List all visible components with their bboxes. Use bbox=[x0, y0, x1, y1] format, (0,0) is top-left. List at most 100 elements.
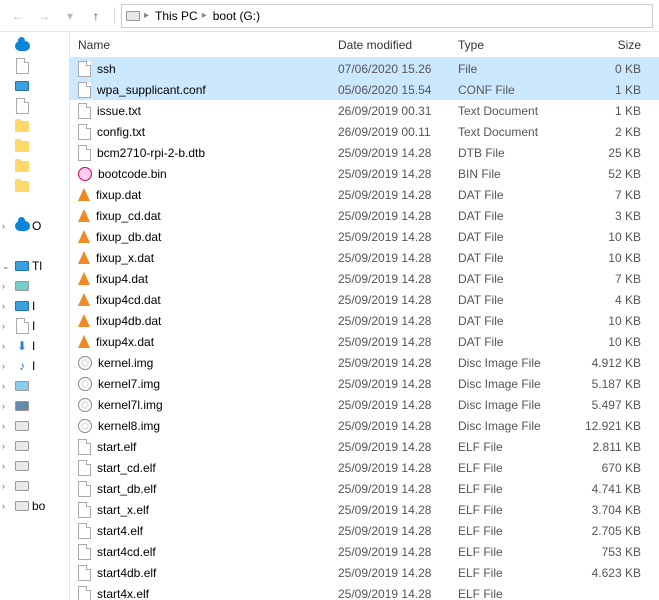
recent-dropdown[interactable]: ▾ bbox=[58, 4, 82, 28]
tree-item[interactable] bbox=[0, 56, 69, 76]
folder-icon bbox=[15, 181, 29, 192]
file-row[interactable]: start_db.elf25/09/2019 14.28ELF File4.74… bbox=[70, 478, 659, 499]
tree-caret-icon[interactable]: › bbox=[2, 441, 12, 451]
file-row[interactable]: start_cd.elf25/09/2019 14.28ELF File670 … bbox=[70, 457, 659, 478]
tree-caret-icon[interactable]: › bbox=[2, 401, 12, 411]
tree-caret-icon[interactable]: › bbox=[2, 421, 12, 431]
file-row[interactable]: bootcode.bin25/09/2019 14.28BIN File52 K… bbox=[70, 163, 659, 184]
tree-item[interactable] bbox=[0, 196, 69, 216]
file-row[interactable]: kernel7l.img25/09/2019 14.28Disc Image F… bbox=[70, 394, 659, 415]
forward-button[interactable]: → bbox=[32, 4, 56, 28]
file-icon bbox=[78, 481, 91, 497]
file-row[interactable]: start4.elf25/09/2019 14.28ELF File2.705 … bbox=[70, 520, 659, 541]
vlc-icon bbox=[78, 209, 90, 222]
col-type[interactable]: Type bbox=[450, 38, 560, 52]
tree-item[interactable]: › bbox=[0, 376, 69, 396]
cloud-icon bbox=[15, 221, 30, 231]
file-size: 2.811 KB bbox=[560, 440, 659, 454]
tree-item[interactable] bbox=[0, 76, 69, 96]
tree-caret-icon[interactable]: › bbox=[2, 341, 12, 351]
tree-item[interactable]: › bbox=[0, 436, 69, 456]
address-bar[interactable]: ▸ This PC ▸ boot (G:) bbox=[121, 4, 653, 28]
tree-caret-icon[interactable]: › bbox=[2, 281, 12, 291]
file-row[interactable]: bcm2710-rpi-2-b.dtb25/09/2019 14.28DTB F… bbox=[70, 142, 659, 163]
tree-caret-icon[interactable]: › bbox=[2, 461, 12, 471]
tree-item[interactable]: ›♪I bbox=[0, 356, 69, 376]
folder-icon bbox=[15, 161, 29, 172]
breadcrumb-folder[interactable]: boot (G:) bbox=[213, 9, 260, 23]
file-row[interactable]: wpa_supplicant.conf05/06/2020 15.54CONF … bbox=[70, 79, 659, 100]
breadcrumb-this-pc[interactable]: This PC ▸ bbox=[155, 9, 207, 23]
tree-item[interactable]: ›⬇I bbox=[0, 336, 69, 356]
tree-item[interactable] bbox=[0, 236, 69, 256]
file-icon bbox=[78, 523, 91, 539]
up-button[interactable]: ↑ bbox=[84, 4, 108, 28]
tree-item[interactable]: ⌄Tl bbox=[0, 256, 69, 276]
tree-item[interactable]: › bbox=[0, 416, 69, 436]
file-icon bbox=[16, 98, 29, 114]
file-row[interactable]: fixup4cd.dat25/09/2019 14.28DAT File4 KB bbox=[70, 289, 659, 310]
tree-item[interactable] bbox=[0, 136, 69, 156]
file-row[interactable]: ssh07/06/2020 15.26File0 KB bbox=[70, 58, 659, 79]
file-date: 25/09/2019 14.28 bbox=[330, 566, 450, 580]
file-row[interactable]: fixup_x.dat25/09/2019 14.28DAT File10 KB bbox=[70, 247, 659, 268]
tree-caret-icon[interactable]: › bbox=[2, 301, 12, 311]
file-row[interactable]: start_x.elf25/09/2019 14.28ELF File3.704… bbox=[70, 499, 659, 520]
tree-item[interactable]: › bbox=[0, 396, 69, 416]
tree-item[interactable] bbox=[0, 176, 69, 196]
tree-item[interactable] bbox=[0, 156, 69, 176]
tree-caret-icon[interactable]: › bbox=[2, 501, 12, 511]
main-area: ›O⌄Tl››I›I›⬇I›♪I›››››››bo Name Date modi… bbox=[0, 32, 659, 600]
tree-item[interactable] bbox=[0, 36, 69, 56]
file-row[interactable]: fixup_cd.dat25/09/2019 14.28DAT File3 KB bbox=[70, 205, 659, 226]
box3d-icon bbox=[15, 281, 29, 291]
file-row[interactable]: start4db.elf25/09/2019 14.28ELF File4.62… bbox=[70, 562, 659, 583]
tree-item[interactable]: › bbox=[0, 276, 69, 296]
tree-item[interactable]: › bbox=[0, 476, 69, 496]
back-button[interactable]: ← bbox=[6, 4, 30, 28]
tree-caret-icon[interactable]: › bbox=[2, 381, 12, 391]
file-row[interactable]: fixup.dat25/09/2019 14.28DAT File7 KB bbox=[70, 184, 659, 205]
file-row[interactable]: fixup_db.dat25/09/2019 14.28DAT File10 K… bbox=[70, 226, 659, 247]
tree-item[interactable]: ›I bbox=[0, 296, 69, 316]
tree-caret-icon[interactable]: › bbox=[2, 481, 12, 491]
file-row[interactable]: fixup4.dat25/09/2019 14.28DAT File7 KB bbox=[70, 268, 659, 289]
file-row[interactable]: fixup4db.dat25/09/2019 14.28DAT File10 K… bbox=[70, 310, 659, 331]
file-row[interactable]: config.txt26/09/2019 00.11Text Document2… bbox=[70, 121, 659, 142]
monitor-icon bbox=[15, 261, 29, 271]
file-type: DAT File bbox=[450, 188, 560, 202]
col-size[interactable]: Size bbox=[560, 38, 659, 52]
file-row[interactable]: start.elf25/09/2019 14.28ELF File2.811 K… bbox=[70, 436, 659, 457]
nav-tree[interactable]: ›O⌄Tl››I›I›⬇I›♪I›››››››bo bbox=[0, 32, 70, 600]
file-date: 25/09/2019 14.28 bbox=[330, 293, 450, 307]
tree-item[interactable]: ›bo bbox=[0, 496, 69, 516]
file-row[interactable]: kernel.img25/09/2019 14.28Disc Image Fil… bbox=[70, 352, 659, 373]
tree-item[interactable] bbox=[0, 96, 69, 116]
file-type: Disc Image File bbox=[450, 419, 560, 433]
file-row[interactable]: kernel8.img25/09/2019 14.28Disc Image Fi… bbox=[70, 415, 659, 436]
tree-item[interactable] bbox=[0, 116, 69, 136]
tree-item[interactable]: › bbox=[0, 456, 69, 476]
file-rows[interactable]: ssh07/06/2020 15.26File0 KBwpa_supplican… bbox=[70, 58, 659, 600]
tree-caret-icon[interactable]: › bbox=[2, 321, 12, 331]
col-date[interactable]: Date modified bbox=[330, 38, 450, 52]
tree-caret-icon[interactable]: ⌄ bbox=[2, 261, 12, 272]
file-size: 10 KB bbox=[560, 230, 659, 244]
breadcrumb-root[interactable]: ▸ bbox=[126, 10, 149, 21]
file-date: 25/09/2019 14.28 bbox=[330, 188, 450, 202]
tree-caret-icon[interactable]: › bbox=[2, 221, 12, 231]
tree-item[interactable]: ›O bbox=[0, 216, 69, 236]
file-date: 26/09/2019 00.11 bbox=[330, 125, 450, 139]
file-icon bbox=[78, 82, 91, 98]
file-row[interactable]: kernel7.img25/09/2019 14.28Disc Image Fi… bbox=[70, 373, 659, 394]
file-name: start4cd.elf bbox=[97, 545, 156, 559]
tree-item[interactable]: ›I bbox=[0, 316, 69, 336]
tree-caret-icon[interactable]: › bbox=[2, 361, 12, 371]
file-row[interactable]: fixup4x.dat25/09/2019 14.28DAT File10 KB bbox=[70, 331, 659, 352]
file-row[interactable]: issue.txt26/09/2019 00.31Text Document1 … bbox=[70, 100, 659, 121]
file-listing: Name Date modified Type Size ssh07/06/20… bbox=[70, 32, 659, 600]
file-row[interactable]: start4x.elf25/09/2019 14.28ELF File bbox=[70, 583, 659, 600]
file-row[interactable]: start4cd.elf25/09/2019 14.28ELF File753 … bbox=[70, 541, 659, 562]
file-size: 10 KB bbox=[560, 251, 659, 265]
col-name[interactable]: Name bbox=[70, 38, 330, 52]
